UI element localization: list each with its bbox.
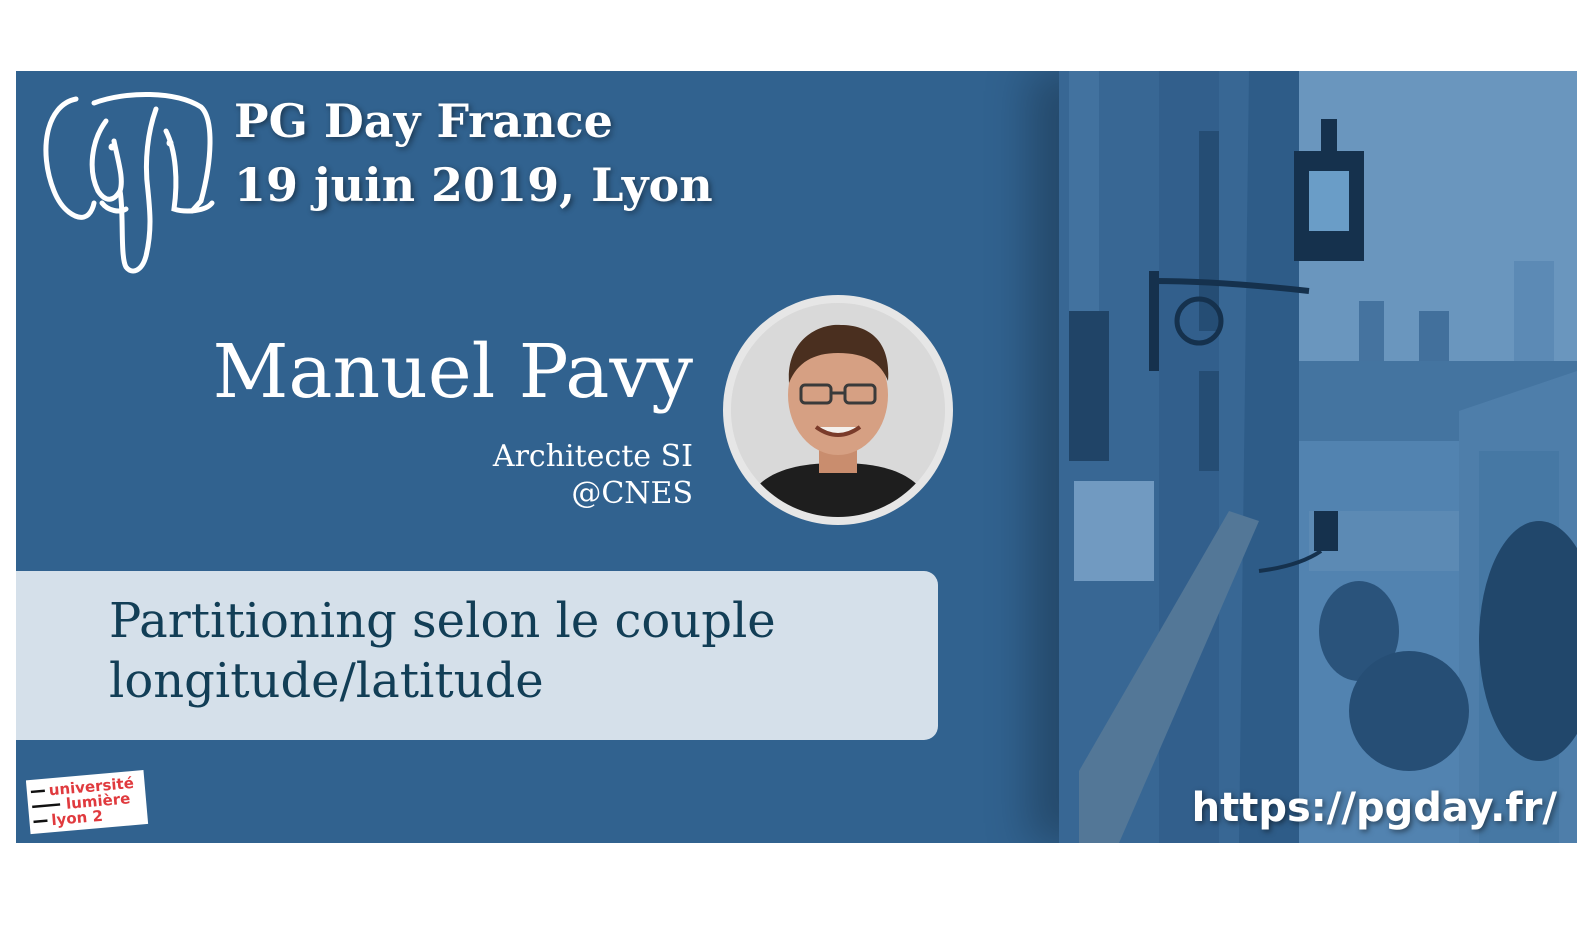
event-name: PG Day France — [234, 94, 613, 148]
event-url-link[interactable]: https://pgday.fr/ — [1192, 785, 1557, 831]
universite-lumiere-lyon2-logo: université lumière lyon 2 — [25, 767, 151, 841]
talk-title-box: Partitioning selon le couple longitude/l… — [16, 571, 938, 740]
speaker-role: Architecte SI — [492, 439, 693, 474]
speaker-name: Manuel Pavy — [212, 329, 693, 415]
talk-title-line-1: Partitioning selon le couple — [109, 593, 776, 649]
postgresql-elephant-logo — [36, 91, 216, 280]
lyon-street-photo — [1059, 71, 1577, 843]
speaker-org: @CNES — [571, 476, 693, 511]
event-date-place: 19 juin 2019, Lyon — [234, 158, 713, 212]
talk-title-line-2: longitude/latitude — [109, 653, 544, 709]
speaker-avatar — [723, 295, 953, 525]
speaker-banner: PG Day France 19 juin 2019, Lyon Manuel … — [16, 71, 1577, 843]
